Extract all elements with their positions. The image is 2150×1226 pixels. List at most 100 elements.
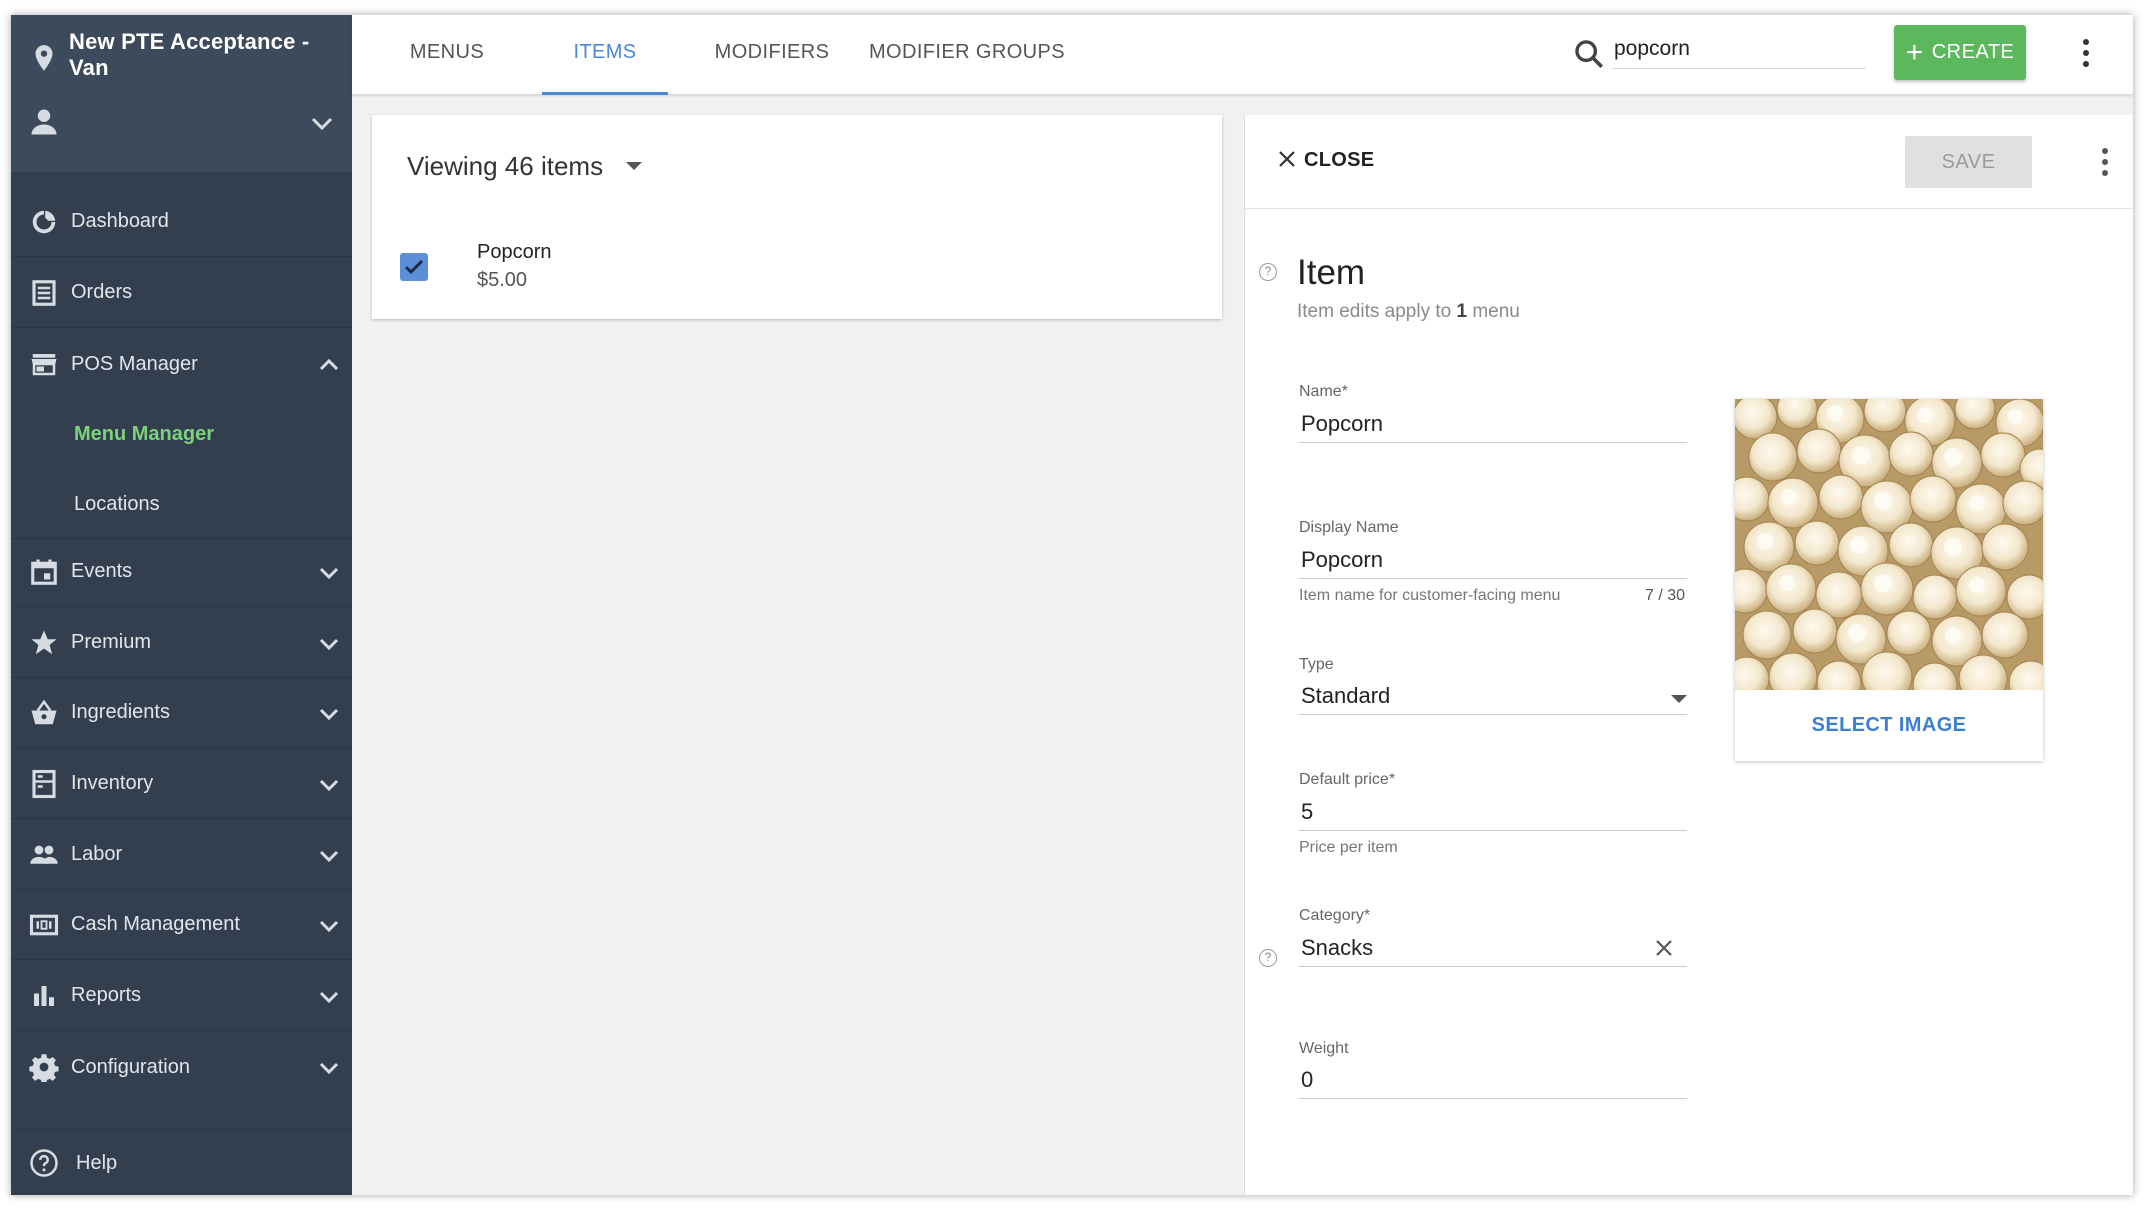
search-input[interactable] xyxy=(1612,29,1866,69)
sidebar-item-inventory[interactable]: Inventory xyxy=(11,749,352,819)
check-icon xyxy=(404,259,424,275)
viewing-count[interactable]: Viewing 46 items xyxy=(407,151,603,182)
sidebar-item-orders[interactable]: Orders xyxy=(11,258,352,328)
close-button-label: CLOSE xyxy=(1304,149,1375,171)
people-icon xyxy=(30,845,58,864)
sidebar-item-events[interactable]: Events xyxy=(11,537,352,607)
user-icon[interactable] xyxy=(29,107,59,137)
save-button[interactable]: SAVE xyxy=(1905,136,2032,188)
item-checkbox[interactable] xyxy=(400,253,428,281)
sidebar-subitem-label: Locations xyxy=(74,493,160,515)
section-title: Item xyxy=(1297,253,1366,292)
popcorn-image xyxy=(1735,399,2043,690)
sidebar-item-label: Labor xyxy=(71,843,123,865)
image-card: SELECT IMAGE xyxy=(1735,399,2043,761)
name-field[interactable] xyxy=(1299,405,1687,443)
dashboard-icon xyxy=(32,210,56,234)
location-pin-icon xyxy=(35,45,53,71)
create-button[interactable]: + CREATE xyxy=(1894,25,2026,80)
chevron-down-icon[interactable] xyxy=(319,991,339,1003)
tab-items[interactable]: ITEMS xyxy=(542,15,668,95)
calendar-icon xyxy=(31,559,57,585)
caret-down-icon[interactable] xyxy=(1671,695,1687,703)
top-bar: MENUS ITEMS MODIFIERS MODIFIER GROUPS + C… xyxy=(352,15,2133,95)
select-image-button[interactable]: SELECT IMAGE xyxy=(1735,690,2043,761)
default-price-label: Default price* xyxy=(1299,771,1395,789)
subtitle-text: Item edits apply to xyxy=(1297,301,1457,322)
sidebar-item-label: Cash Management xyxy=(71,913,240,935)
label-text: Category xyxy=(1299,907,1364,924)
sidebar-item-ingredients[interactable]: Ingredients xyxy=(11,678,352,748)
char-counter: 7 / 30 xyxy=(1645,587,1686,604)
item-image xyxy=(1735,399,2043,690)
location-title[interactable]: New PTE Acceptance - Van xyxy=(69,29,349,81)
close-button[interactable]: CLOSE xyxy=(1278,149,1374,172)
weight-field[interactable] xyxy=(1299,1061,1687,1099)
help-icon[interactable]: ? xyxy=(1259,263,1277,281)
category-field[interactable] xyxy=(1299,929,1687,967)
sidebar-item-label: Dashboard xyxy=(71,210,169,232)
sidebar-item-configuration[interactable]: Configuration xyxy=(11,1032,352,1102)
section-subtitle: Item edits apply to 1 menu xyxy=(1297,301,1520,323)
display-name-hint: Item name for customer-facing menu xyxy=(1299,587,1561,604)
store-icon xyxy=(31,354,57,376)
sidebar-item-label: Orders xyxy=(71,281,133,303)
tab-modifiers[interactable]: MODIFIERS xyxy=(692,15,852,95)
tab-menus[interactable]: MENUS xyxy=(392,15,502,95)
create-button-label: CREATE xyxy=(1931,40,2015,63)
sidebar-subitem-locations[interactable]: Locations xyxy=(11,469,352,539)
sidebar-item-label: Help xyxy=(76,1152,118,1174)
weight-label: Weight xyxy=(1299,1040,1349,1057)
chevron-down-icon[interactable] xyxy=(319,1062,339,1074)
default-price-field[interactable] xyxy=(1299,793,1687,831)
detail-header: CLOSE SAVE xyxy=(1245,115,2133,209)
sidebar-item-help[interactable]: Help xyxy=(11,1129,352,1195)
tab-modifier-groups[interactable]: MODIFIER GROUPS xyxy=(852,15,1082,95)
clear-icon[interactable] xyxy=(1654,938,1674,958)
sidebar-subitem-menu-manager[interactable]: Menu Manager xyxy=(11,399,352,469)
more-vert-icon[interactable] xyxy=(2071,33,2101,73)
chevron-down-icon[interactable] xyxy=(319,779,339,791)
more-vert-icon[interactable] xyxy=(2090,142,2120,182)
item-detail-panel: CLOSE SAVE ? Item Item edits apply to 1 … xyxy=(1244,115,2133,1195)
chevron-down-icon[interactable] xyxy=(311,117,333,131)
caret-down-icon[interactable] xyxy=(626,162,642,170)
sidebar-header: New PTE Acceptance - Van xyxy=(11,15,352,172)
item-price: $5.00 xyxy=(477,269,528,291)
type-value: Standard xyxy=(1301,683,1391,708)
help-icon[interactable]: ? xyxy=(1259,949,1277,967)
sidebar-item-labor[interactable]: Labor xyxy=(11,820,352,890)
sidebar-subitem-label: Menu Manager xyxy=(74,423,215,445)
sidebar-item-premium[interactable]: Premium xyxy=(11,608,352,678)
items-list: Viewing 46 items Popcorn $5.00 xyxy=(372,115,1222,319)
chevron-down-icon[interactable] xyxy=(319,708,339,720)
inventory-icon xyxy=(32,769,56,799)
sidebar-item-dashboard[interactable]: Dashboard xyxy=(11,187,352,257)
subtitle-text: menu xyxy=(1467,301,1520,322)
type-select[interactable]: Standard xyxy=(1299,677,1687,715)
sidebar: New PTE Acceptance - Van Dashboard Order… xyxy=(11,15,352,1195)
display-name-field[interactable] xyxy=(1299,541,1687,579)
sidebar-item-label: Ingredients xyxy=(71,701,170,723)
sidebar-item-label: POS Manager xyxy=(71,352,198,375)
sidebar-item-label: Premium xyxy=(71,631,152,653)
chevron-down-icon[interactable] xyxy=(319,567,339,579)
bar-chart-icon xyxy=(34,986,54,1006)
sidebar-item-label: Events xyxy=(71,560,133,582)
chevron-down-icon[interactable] xyxy=(319,850,339,862)
sidebar-item-reports[interactable]: Reports xyxy=(11,961,352,1031)
gear-icon xyxy=(29,1054,59,1082)
search-icon[interactable] xyxy=(1572,37,1606,71)
chevron-up-icon[interactable] xyxy=(319,359,339,371)
sidebar-item-label: Inventory xyxy=(71,772,154,794)
required-mark: * xyxy=(1363,907,1371,924)
sidebar-item-cash-management[interactable]: Cash Management xyxy=(11,890,352,960)
sidebar-item-pos-manager[interactable]: POS Manager xyxy=(11,329,352,399)
receipt-icon xyxy=(32,280,56,306)
plus-icon: + xyxy=(1905,35,1924,69)
chevron-down-icon[interactable] xyxy=(319,638,339,650)
default-price-hint: Price per item xyxy=(1299,839,1398,856)
chevron-down-icon[interactable] xyxy=(319,920,339,932)
close-icon xyxy=(1279,151,1295,167)
type-label: Type xyxy=(1299,656,1334,673)
